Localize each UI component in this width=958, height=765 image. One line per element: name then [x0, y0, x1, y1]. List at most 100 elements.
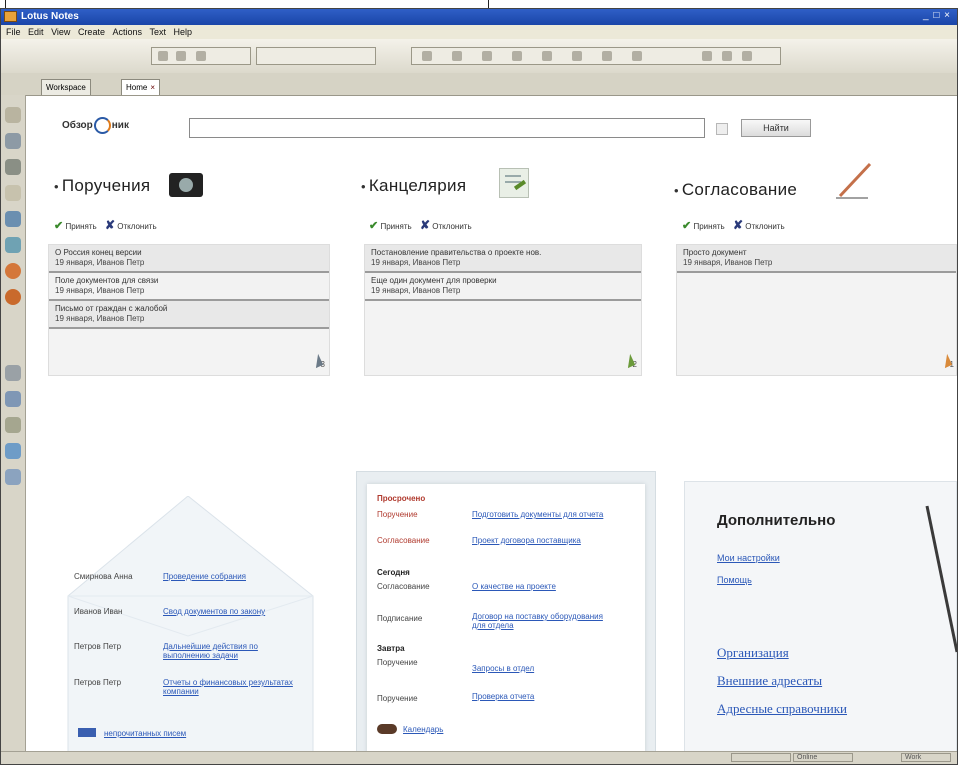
accept-button[interactable]: Принять: [65, 222, 96, 231]
format-icon[interactable]: [512, 51, 522, 61]
pen-icon: [834, 160, 874, 200]
bookmark-icon[interactable]: [5, 391, 21, 407]
bookmark-icon[interactable]: [5, 417, 21, 433]
list-item[interactable]: Письмо от граждан с жалобой 19 января, Ив…: [49, 301, 329, 329]
unread-mail-link[interactable]: непрочитанных писем: [104, 729, 186, 738]
sender-name: Иванов Иван: [74, 607, 123, 616]
back-icon[interactable]: [158, 51, 168, 61]
forward-icon[interactable]: [176, 51, 186, 61]
bookmark-icon[interactable]: [5, 365, 21, 381]
toolbar: [1, 39, 957, 74]
menu-actions[interactable]: Actions: [112, 25, 142, 39]
mail-card: Смирнова Анна Проведение собрания Иванов…: [48, 496, 333, 754]
task-link[interactable]: Проверка отчета: [472, 692, 612, 701]
accept-button[interactable]: Принять: [693, 222, 724, 231]
tab-home[interactable]: Home ×: [121, 79, 161, 95]
external-recipients-link[interactable]: Внешние адресаты: [717, 674, 822, 688]
column-title-assignments[interactable]: • Поручения: [54, 176, 150, 196]
formatting-toolbar[interactable]: [411, 47, 781, 65]
binoculars-icon[interactable]: [702, 51, 712, 61]
format-icon[interactable]: [542, 51, 552, 61]
window-controls[interactable]: _ □ ×: [923, 10, 951, 21]
status-location[interactable]: Work: [901, 753, 951, 762]
bookmark-icon[interactable]: [5, 263, 21, 279]
bookmark-icon[interactable]: [5, 289, 21, 305]
accept-button[interactable]: Принять: [380, 222, 411, 231]
sender-name: Петров Петр: [74, 678, 122, 687]
address-dropdown[interactable]: [256, 47, 376, 65]
tab-workspace[interactable]: Workspace: [41, 79, 91, 95]
calendar-sheet: Просрочено Поручение Подготовить докумен…: [367, 484, 645, 754]
organization-link[interactable]: Организация: [717, 646, 789, 660]
notepad-icon: [499, 168, 529, 198]
status-segment[interactable]: [731, 753, 791, 762]
list-item[interactable]: О Россия конец версии 19 января, Иванов П…: [49, 245, 329, 273]
menu-view[interactable]: View: [51, 25, 70, 39]
menu-edit[interactable]: Edit: [28, 25, 44, 39]
menu-help[interactable]: Help: [174, 25, 193, 39]
item-count: 1: [939, 353, 954, 369]
list-item[interactable]: Постановление правительства о проекте но…: [365, 245, 641, 273]
tab-bar: Workspace Home ×: [1, 73, 957, 96]
help-link[interactable]: Помощь: [717, 576, 752, 585]
bookmark-icon[interactable]: [5, 469, 21, 485]
menu-create[interactable]: Create: [78, 25, 105, 39]
task-type: Согласование: [377, 582, 430, 591]
format-icon[interactable]: [422, 51, 432, 61]
mail-link[interactable]: Проведение собрания: [163, 572, 313, 581]
list-item[interactable]: Поле документов для связи 19 января, Иван…: [49, 273, 329, 301]
search-button[interactable]: Найти: [741, 119, 811, 137]
status-bar: Online Work: [1, 751, 957, 764]
format-icon[interactable]: [602, 51, 612, 61]
address-books-link[interactable]: Адресные справочники: [717, 702, 847, 716]
column-title-office[interactable]: • Канцелярия: [361, 176, 466, 196]
bookmark-icon[interactable]: [5, 185, 21, 201]
bookmark-icon[interactable]: [5, 211, 21, 227]
bookmark-icon[interactable]: [5, 133, 21, 149]
search-input[interactable]: [189, 118, 705, 138]
status-online[interactable]: Online: [793, 753, 853, 762]
window-icon[interactable]: [742, 51, 752, 61]
pen-decoration-icon: [925, 505, 957, 653]
column-title-approval[interactable]: • Согласование: [674, 180, 797, 200]
reject-button[interactable]: Отклонить: [432, 222, 471, 231]
filter-icon[interactable]: [722, 51, 732, 61]
task-link[interactable]: О качестве на проекте: [472, 582, 612, 591]
task-link[interactable]: Проект договора поставщика: [472, 536, 592, 545]
settings-link[interactable]: Мои настройки: [717, 554, 780, 563]
task-link[interactable]: Подготовить документы для отчета: [472, 510, 612, 519]
task-type: Поручение: [377, 510, 418, 519]
mail-link[interactable]: Отчеты о финансовых результатах компании: [163, 678, 298, 696]
menu-file[interactable]: File: [6, 25, 21, 39]
menu-bar: File Edit View Create Actions Text Help: [1, 25, 957, 39]
reject-button[interactable]: Отклонить: [745, 222, 784, 231]
calendar-link[interactable]: Календарь: [403, 725, 443, 734]
home-icon[interactable]: [196, 51, 206, 61]
format-icon[interactable]: [572, 51, 582, 61]
today-heading: Сегодня: [377, 568, 410, 577]
bookmark-icon[interactable]: [5, 237, 21, 253]
list-item[interactable]: Просто документ 19 января, Иванов Петр: [677, 245, 956, 273]
mail-link[interactable]: Дальнейшие действия по выполнению задачи: [163, 642, 293, 660]
bookmark-icon[interactable]: [5, 159, 21, 175]
cross-icon: ✘: [419, 218, 430, 232]
list-item[interactable]: Еще один документ для проверки 19 января,…: [365, 273, 641, 301]
task-link[interactable]: Договор на поставку оборудования для отд…: [472, 612, 612, 630]
format-icon[interactable]: [632, 51, 642, 61]
top-strip: [0, 0, 958, 8]
logo: Обзор ник: [62, 117, 129, 134]
close-icon[interactable]: ×: [150, 83, 155, 92]
bookmark-icon[interactable]: [5, 443, 21, 459]
mail-link[interactable]: Свод документов по закону: [163, 607, 313, 616]
task-type: Поручение: [377, 694, 418, 703]
menu-text[interactable]: Text: [150, 25, 167, 39]
bookmark-icon[interactable]: [5, 107, 21, 123]
task-link[interactable]: Запросы в отдел: [472, 664, 612, 673]
approval-list: Просто документ 19 января, Иванов Петр 1: [676, 244, 957, 376]
divider: [488, 0, 489, 8]
toolbar-nav-group[interactable]: [151, 47, 251, 65]
format-icon[interactable]: [452, 51, 462, 61]
search-option-icon[interactable]: [716, 123, 728, 135]
format-icon[interactable]: [482, 51, 492, 61]
reject-button[interactable]: Отклонить: [117, 222, 156, 231]
